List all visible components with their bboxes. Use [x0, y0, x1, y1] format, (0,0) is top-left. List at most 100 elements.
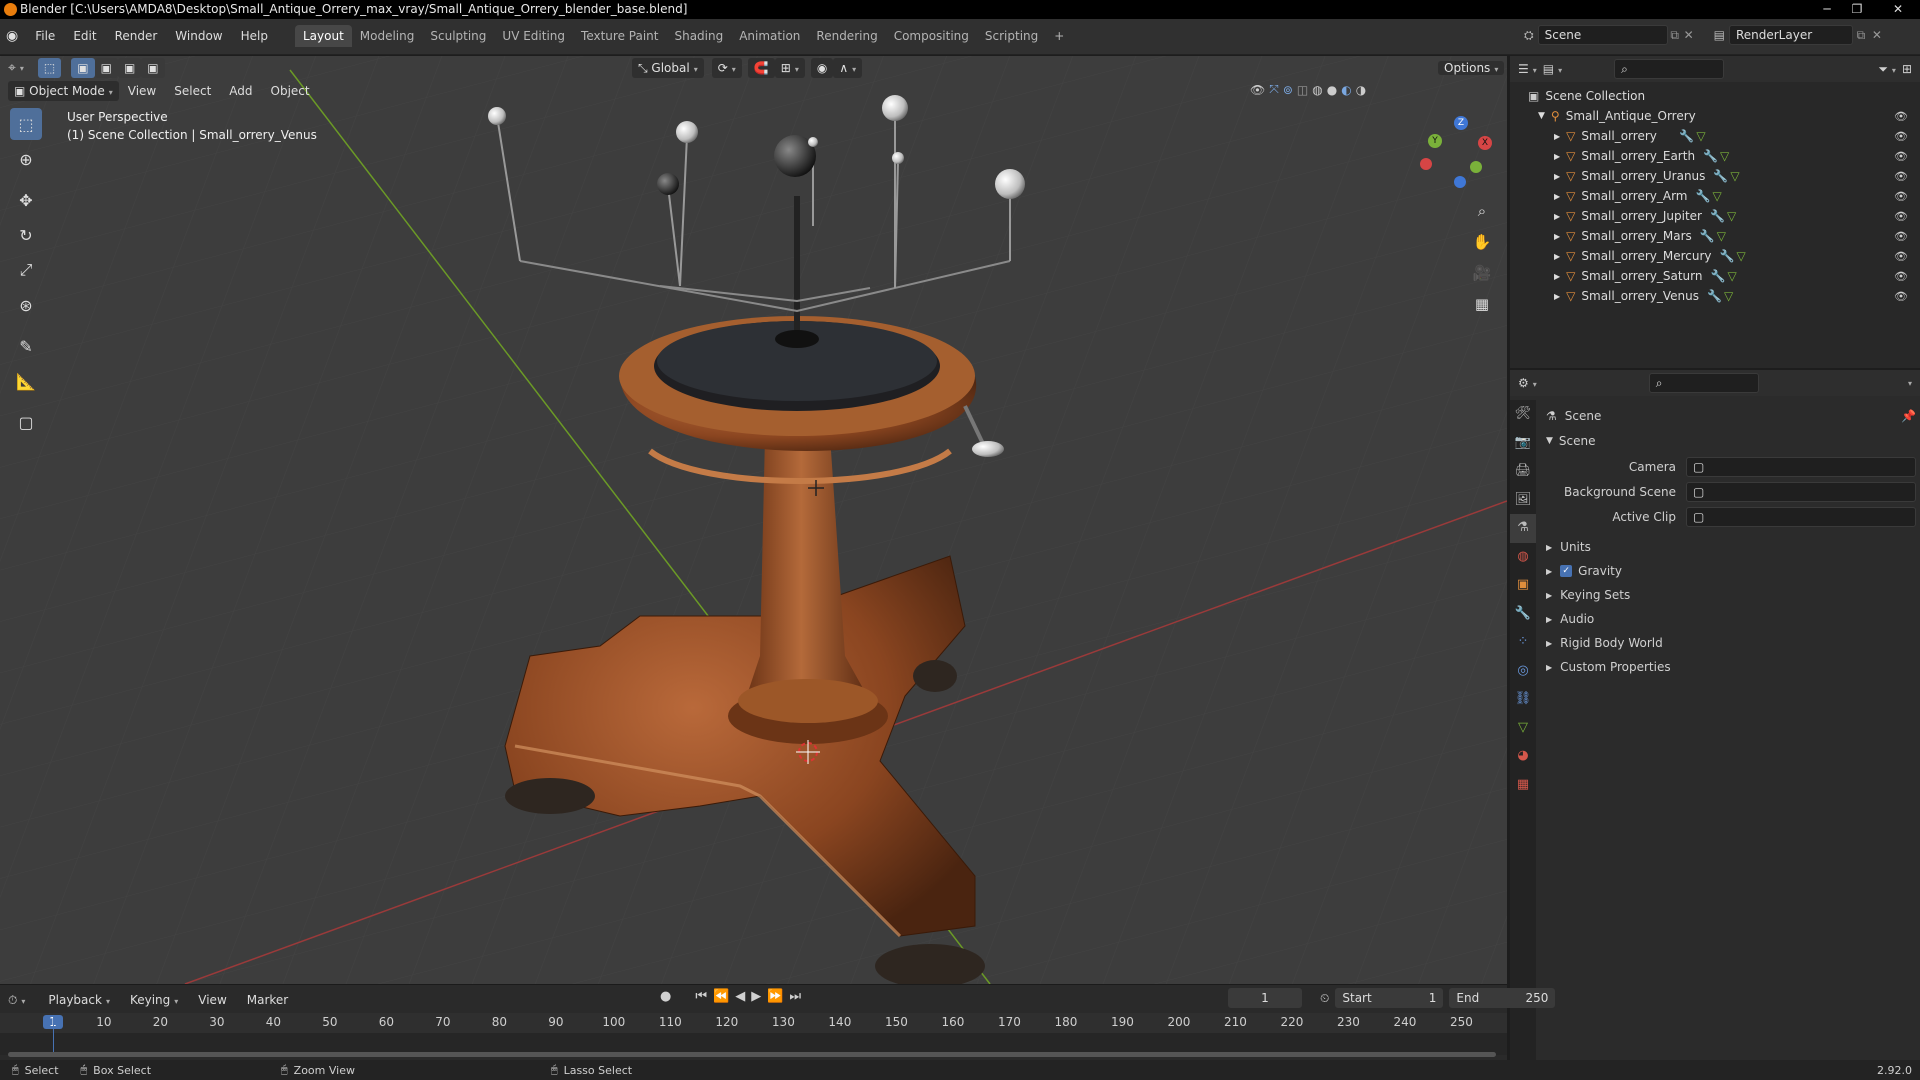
outliner-object-row[interactable]: ▶ ▽ Small_orrery_Saturn 🔧 ▽ 👁: [1528, 266, 1920, 286]
modifier-icon[interactable]: 🔧: [1679, 129, 1694, 143]
shading-material-icon[interactable]: ◐: [1341, 83, 1351, 97]
menu-file[interactable]: File: [26, 25, 64, 47]
outliner-object-row[interactable]: ▶ ▽ Small_orrery_Venus 🔧 ▽ 👁: [1528, 286, 1920, 306]
gizmo-x[interactable]: X: [1478, 136, 1492, 150]
outliner-object-row[interactable]: ▶ ▽ Small_orrery_Mercury 🔧 ▽ 👁: [1528, 246, 1920, 266]
properties-section[interactable]: ▶ Rigid Body World: [1546, 631, 1916, 655]
select-mode-subtract-icon[interactable]: ▣: [117, 58, 142, 78]
modifier-icon[interactable]: 🔧: [1696, 189, 1711, 203]
render-tab-icon[interactable]: 📷: [1510, 429, 1536, 458]
outliner-object-row[interactable]: ▶ ▽ Small_orrery_Jupiter 🔧 ▽ 👁: [1528, 206, 1920, 226]
timeline-editor-icon[interactable]: ⏱ ▾: [8, 993, 25, 1008]
constraints-tab-icon[interactable]: ⛓: [1510, 685, 1536, 714]
proportional-edit-icon[interactable]: ◉: [810, 58, 834, 78]
eye-icon[interactable]: 👁: [1894, 270, 1908, 283]
timeline-playback-menu[interactable]: Playback ▾: [39, 989, 119, 1011]
expand-icon[interactable]: ▶: [1554, 152, 1560, 161]
jump-end-icon[interactable]: ⏭: [789, 989, 801, 1004]
properties-section[interactable]: ▶ ✓ Gravity: [1546, 559, 1916, 583]
viewport-menu-object[interactable]: Object: [262, 80, 319, 102]
tab-layout[interactable]: Layout: [294, 25, 352, 47]
properties-search-input[interactable]: ⌕: [1648, 373, 1759, 393]
properties-section[interactable]: ▶ Keying Sets: [1546, 583, 1916, 607]
zoom-icon[interactable]: ⌕: [1470, 196, 1494, 227]
minimize-icon[interactable]: ─: [1812, 0, 1842, 19]
tab-texture-paint[interactable]: Texture Paint: [573, 25, 666, 47]
menu-edit[interactable]: Edit: [64, 25, 105, 47]
properties-section[interactable]: ▶ Units: [1546, 535, 1916, 559]
outliner-object-row[interactable]: ▶ ▽ Small_orrery_Earth 🔧 ▽ 👁: [1528, 146, 1920, 166]
tab-sculpting[interactable]: Sculpting: [422, 25, 494, 47]
select-mode-invert-icon[interactable]: ▣: [141, 58, 165, 78]
mesh-data-icon[interactable]: ▽: [1736, 249, 1745, 263]
expand-icon[interactable]: ▶: [1554, 252, 1560, 261]
snap-icon[interactable]: 🧲: [747, 58, 775, 78]
cursor-tool-icon[interactable]: ⊕: [10, 143, 42, 175]
expand-icon[interactable]: ▶: [1554, 292, 1560, 301]
eye-icon[interactable]: 👁: [1894, 290, 1908, 303]
modifier-icon[interactable]: 🔧: [1703, 149, 1718, 163]
outliner-scene-collection[interactable]: ▣ Scene Collection: [1528, 86, 1920, 106]
editor-type-icon[interactable]: ⌖: [8, 60, 16, 76]
new-collection-icon[interactable]: ⊞: [1902, 62, 1912, 76]
tab-compositing[interactable]: Compositing: [886, 25, 977, 47]
tab-animation[interactable]: Animation: [731, 25, 808, 47]
expand-icon[interactable]: ▶: [1554, 272, 1560, 281]
scale-tool-icon[interactable]: ⤢: [10, 254, 42, 286]
timeline-view-menu[interactable]: View: [189, 989, 235, 1011]
annotate-tool-icon[interactable]: ✎: [10, 330, 42, 362]
properties-options-icon[interactable]: ▾: [1908, 379, 1912, 388]
eye-icon[interactable]: 👁: [1894, 190, 1908, 203]
properties-section[interactable]: ▶ Custom Properties: [1546, 655, 1916, 679]
mesh-data-icon[interactable]: ▽: [1696, 129, 1705, 143]
select-mode-extend-icon[interactable]: ▣: [94, 58, 118, 78]
overlay-toggle-icon[interactable]: ⊚: [1283, 83, 1293, 97]
object-tab-icon[interactable]: ▣: [1510, 571, 1536, 600]
pin-icon[interactable]: 📌: [1901, 409, 1916, 423]
modifier-icon[interactable]: 🔧: [1710, 269, 1725, 283]
tab-modeling[interactable]: Modeling: [352, 25, 423, 47]
expand-icon[interactable]: ▶: [1554, 212, 1560, 221]
physics-tab-icon[interactable]: ◎: [1510, 657, 1536, 686]
scene-selector[interactable]: Scene: [1537, 25, 1668, 45]
mesh-data-icon[interactable]: ▽: [1712, 189, 1721, 203]
properties-section[interactable]: ▶ Audio: [1546, 607, 1916, 631]
expand-icon[interactable]: ▶: [1554, 232, 1560, 241]
modifier-icon[interactable]: 🔧: [1700, 229, 1715, 243]
play-reverse-icon[interactable]: ◀: [735, 989, 745, 1004]
play-icon[interactable]: ▶: [751, 989, 761, 1004]
prev-keyframe-icon[interactable]: ⏪: [713, 989, 729, 1004]
falloff-icon[interactable]: ∧ ▾: [833, 58, 863, 78]
close-icon[interactable]: ✕: [1878, 0, 1918, 19]
next-keyframe-icon[interactable]: ⏩: [767, 989, 783, 1004]
new-scene-icon[interactable]: ⧉: [1668, 28, 1682, 43]
shading-wireframe-icon[interactable]: ◍: [1312, 83, 1322, 97]
frame-ruler[interactable]: 1102030405060708090100110120130140150160…: [0, 1013, 1507, 1033]
record-icon[interactable]: ●: [660, 989, 671, 1004]
outliner-object-row[interactable]: ▶ ▽ Small_orrery 🔧 ▽ 👁: [1528, 126, 1920, 146]
outliner-editor-icon[interactable]: ☰ ▾: [1518, 62, 1537, 76]
mesh-data-icon[interactable]: ▽: [1720, 149, 1729, 163]
modifier-icon[interactable]: 🔧: [1707, 289, 1722, 303]
outliner-object-row[interactable]: ▶ ▽ Small_orrery_Uranus 🔧 ▽ 👁: [1528, 166, 1920, 186]
mode-dropdown[interactable]: ▣ Object Mode ▾: [8, 81, 119, 101]
visibility-icon[interactable]: 👁: [1250, 83, 1265, 97]
modifier-icon[interactable]: 🔧: [1710, 209, 1725, 223]
end-frame-field[interactable]: End 250: [1449, 988, 1556, 1008]
mesh-data-icon[interactable]: ▽: [1730, 169, 1739, 183]
world-tab-icon[interactable]: ◍: [1510, 543, 1536, 572]
modifier-icon[interactable]: 🔧: [1713, 169, 1728, 183]
playhead[interactable]: [53, 1016, 54, 1056]
maximize-icon[interactable]: ❐: [1842, 0, 1872, 19]
preview-range-icon[interactable]: ⏲: [1320, 991, 1329, 1006]
gizmo-neg-z[interactable]: [1454, 176, 1466, 188]
gizmo-z[interactable]: Z: [1454, 116, 1468, 130]
jump-start-icon[interactable]: ⏮: [695, 989, 707, 1004]
eye-icon[interactable]: 👁: [1894, 130, 1908, 143]
add-cube-tool-icon[interactable]: ▢: [10, 406, 42, 438]
snap-target-icon[interactable]: ⊞ ▾: [774, 58, 805, 78]
tab-uv-editing[interactable]: UV Editing: [494, 25, 573, 47]
menu-render[interactable]: Render: [106, 25, 167, 47]
tab-rendering[interactable]: Rendering: [808, 25, 885, 47]
camera-view-icon[interactable]: 🎥: [1470, 258, 1494, 289]
